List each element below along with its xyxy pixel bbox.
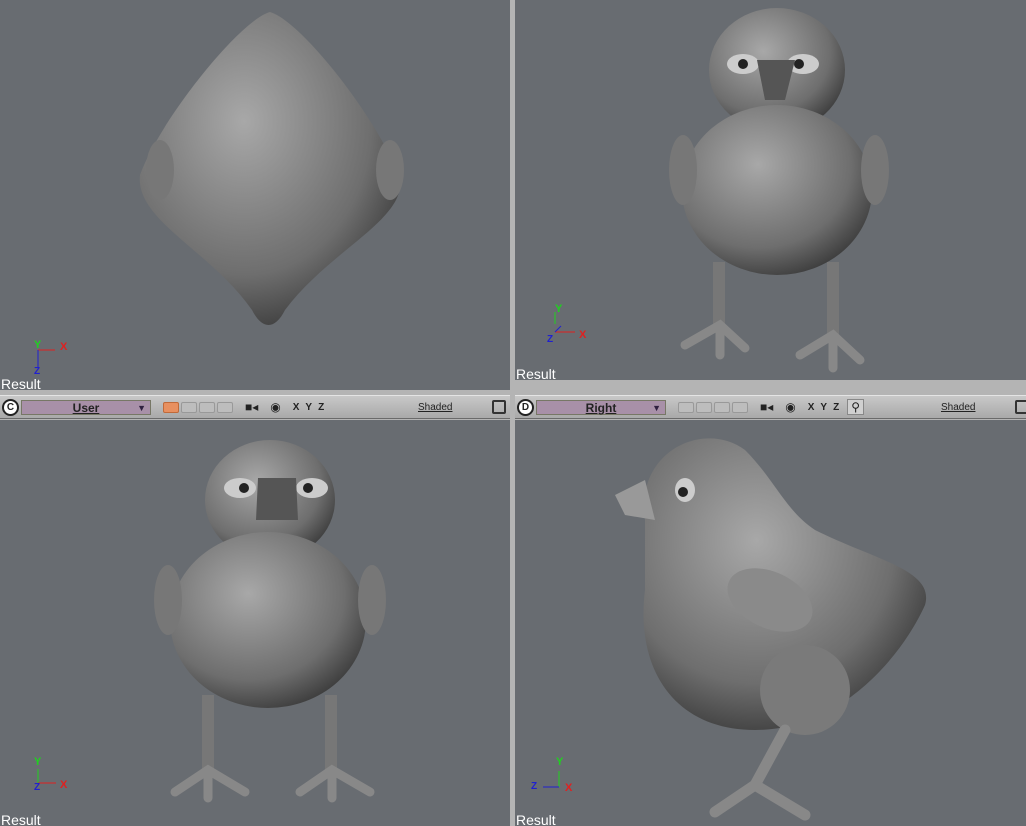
svg-text:Z: Z — [531, 781, 537, 792]
bird-model-right-view — [615, 438, 927, 821]
view-type-select[interactable]: Right ▼ — [536, 399, 666, 415]
svg-text:X: X — [565, 782, 573, 794]
svg-text:Y: Y — [34, 339, 42, 351]
layer-slot-button[interactable] — [181, 401, 197, 413]
dropdown-arrow-icon: ▼ — [137, 402, 146, 413]
shading-mode-select[interactable]: Shaded — [941, 402, 975, 413]
svg-text:X: X — [60, 341, 68, 353]
svg-text:Y: Y — [34, 756, 42, 768]
svg-text:Z: Z — [547, 334, 553, 342]
viewport-letter-badge: D — [517, 398, 534, 416]
result-label: Result — [516, 366, 556, 380]
svg-text:Y: Y — [555, 303, 563, 315]
eye-icon[interactable]: ◉ — [785, 400, 795, 414]
axis-gizmo: Y X Z — [547, 302, 607, 345]
camera-icon[interactable]: ■◂ — [245, 400, 258, 414]
layer-slot-button[interactable] — [199, 401, 215, 413]
axis-gizmo: Y X Z — [30, 338, 90, 378]
layer-slot-button[interactable] — [696, 401, 712, 413]
viewport-toolbar-c: C User ▼ ■◂ ◉ XYZ Shaded — [0, 395, 510, 419]
eye-icon[interactable]: ◉ — [270, 400, 280, 414]
shading-mode-select[interactable]: Shaded — [418, 402, 452, 413]
svg-text:Z: Z — [34, 782, 40, 793]
layer-slot-button[interactable] — [163, 401, 179, 413]
viewport-bottom-right[interactable]: Y X Z Result — [515, 420, 1026, 826]
camera-icon[interactable]: ■◂ — [760, 400, 773, 414]
viewport-toolbar-d: D Right ▼ ■◂ ◉ XYZ ⚲ Shaded — [515, 395, 1026, 419]
layer-slot-button[interactable] — [678, 401, 694, 413]
layer-slot-button[interactable] — [714, 401, 730, 413]
layer-slot-button[interactable] — [217, 401, 233, 413]
result-label: Result — [516, 812, 556, 826]
viewport-letter-badge: C — [2, 398, 19, 416]
layer-slot-button[interactable] — [732, 401, 748, 413]
axis-gizmo: Y X Z — [30, 755, 90, 795]
xyz-axis-buttons[interactable]: XYZ — [293, 402, 330, 413]
dropdown-arrow-icon: ▼ — [652, 402, 661, 413]
svg-text:X: X — [60, 779, 68, 791]
svg-text:X: X — [579, 329, 587, 341]
xyz-axis-buttons[interactable]: XYZ — [808, 402, 845, 413]
result-label: Result — [1, 812, 41, 826]
svg-text:Y: Y — [556, 756, 564, 768]
viewport-top-left[interactable]: Y X Z Result — [0, 0, 510, 390]
maximize-icon[interactable] — [492, 400, 506, 414]
result-label: Result — [1, 376, 41, 390]
viewport-bottom-left[interactable]: Y X Z Result — [0, 420, 510, 826]
viewport-top-right[interactable]: Y X Z Result — [515, 0, 1026, 380]
axis-gizmo: Y X Z — [529, 755, 589, 795]
view-type-select[interactable]: User ▼ — [21, 399, 151, 415]
zoom-icon[interactable]: ⚲ — [847, 399, 865, 415]
bird-model-top-view — [139, 12, 404, 325]
maximize-icon[interactable] — [1015, 400, 1026, 414]
